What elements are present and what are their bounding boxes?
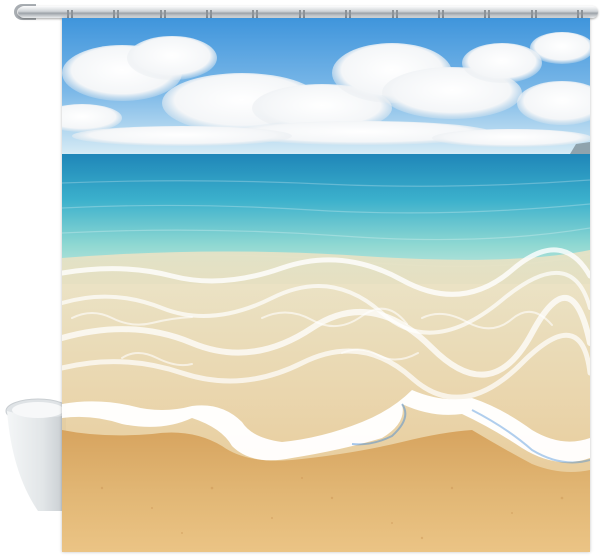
bathtub (5, 398, 66, 511)
curtain-rod (18, 6, 598, 18)
beach-scene-print (62, 18, 590, 552)
product-image (0, 0, 600, 556)
shower-curtain (62, 18, 590, 552)
